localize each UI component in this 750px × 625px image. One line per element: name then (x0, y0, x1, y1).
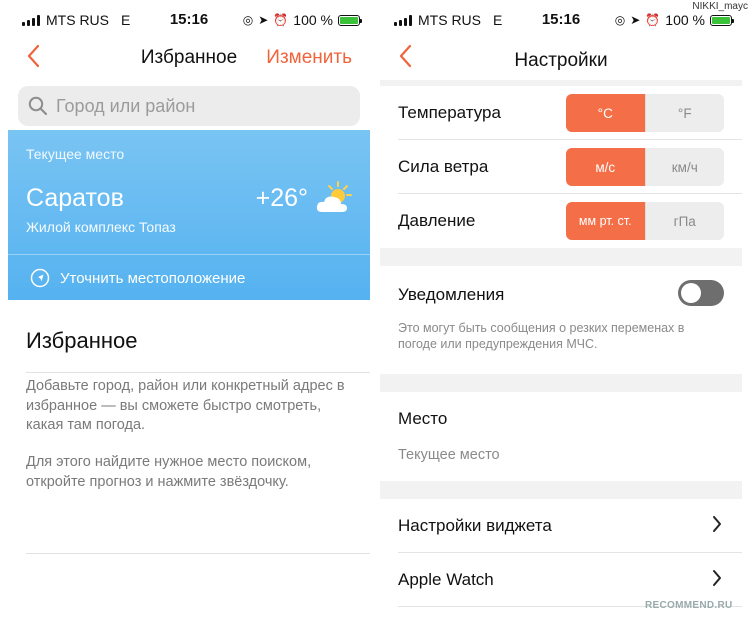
card-divider (8, 254, 370, 255)
current-location-label: Текущее место (26, 146, 125, 162)
temperature-unit-segment: °C °F (566, 94, 724, 132)
battery-icon (338, 14, 362, 26)
search-icon (28, 96, 48, 116)
notifications-label: Уведомления (398, 285, 505, 304)
battery-icon (710, 14, 734, 26)
chevron-right-icon (713, 516, 721, 532)
favorites-hint-2: Для этого найдите нужное место поиском, … (26, 454, 312, 490)
search-input[interactable] (54, 94, 338, 118)
nav-bar: Избранное Изменить (8, 40, 370, 80)
pressure-row: Давление мм рт. ст. гПа (380, 194, 742, 248)
favorites-divider (26, 372, 370, 373)
favorites-hint-1: Добавьте город, район или конкретный адр… (26, 378, 345, 433)
refine-location-label: Уточнить местоположение (60, 269, 246, 287)
district-name: Жилой комплекс Топаз (26, 219, 176, 235)
battery-percent: 100 % (293, 12, 333, 28)
battery-percent: 100 % (665, 12, 705, 28)
hpa-option[interactable]: гПа (644, 202, 725, 240)
notifications-note: Это могут быть сообщения о резких переме… (398, 321, 685, 351)
fahrenheit-option[interactable]: °F (644, 94, 725, 132)
ms-option[interactable]: м/с (566, 148, 645, 186)
page-title: Настройки (514, 50, 608, 71)
current-temperature: +26° (255, 184, 308, 212)
navigation-icon (30, 268, 50, 288)
kmh-option[interactable]: км/ч (644, 148, 725, 186)
status-right: ◎ ➤ ⏰ 100 % (614, 12, 734, 28)
wind-row: Сила ветра м/с км/ч (380, 140, 742, 194)
celsius-option[interactable]: °C (566, 94, 645, 132)
location-lock-icon: ◎ (614, 13, 626, 27)
temperature-row: Температура °C °F (380, 86, 742, 140)
edit-button[interactable]: Изменить (266, 47, 352, 69)
chevron-right-icon (713, 570, 721, 586)
status-bar: MTS RUS E 15:16 ◎ ➤ ⏰ 100 % (380, 0, 742, 40)
widget-settings-row[interactable]: Настройки виджета (380, 499, 742, 553)
favorites-screen: MTS RUS E 15:16 ◎ ➤ ⏰ 100 % Избранное Из… (8, 0, 370, 625)
location-lock-icon: ◎ (242, 13, 254, 27)
city-name: Саратов (26, 184, 124, 212)
temperature-label: Температура (398, 103, 501, 122)
settings-screen: MTS RUS E 15:16 ◎ ➤ ⏰ 100 % Настройки Те… (380, 0, 742, 625)
watermark-site: RECOMMEND.RU (645, 600, 733, 611)
favorites-heading: Избранное (26, 328, 138, 353)
place-value: Текущее место (398, 447, 500, 463)
alarm-icon: ⏰ (273, 13, 289, 27)
current-location-card[interactable]: Текущее место Саратов Жилой комплекс Топ… (8, 130, 370, 300)
units-group: Температура °C °F Сила ветра м/с км/ч Да… (380, 86, 742, 248)
toggle-knob (681, 283, 701, 303)
nav-bar: Настройки (380, 40, 742, 80)
mmhg-option[interactable]: мм рт. ст. (566, 202, 645, 240)
location-arrow-icon: ➤ (258, 13, 269, 27)
favorites-bottom-divider (26, 553, 370, 554)
alarm-icon: ⏰ (645, 13, 661, 27)
refine-location-button[interactable]: Уточнить местоположение (30, 268, 245, 288)
pressure-unit-segment: мм рт. ст. гПа (566, 202, 724, 240)
location-arrow-icon: ➤ (630, 13, 641, 27)
search-bar[interactable] (18, 86, 360, 126)
partly-cloudy-icon (316, 181, 352, 212)
apple-watch-label: Apple Watch (398, 570, 494, 589)
notifications-toggle[interactable] (678, 280, 724, 306)
watermark-username: NIKKI_mayc (692, 1, 748, 12)
status-bar: MTS RUS E 15:16 ◎ ➤ ⏰ 100 % (8, 0, 370, 40)
screen-gap (370, 0, 380, 625)
place-label: Место (398, 409, 448, 428)
wind-unit-segment: м/с км/ч (566, 148, 724, 186)
wind-label: Сила ветра (398, 157, 489, 176)
notifications-group: Уведомления Это могут быть сообщения о р… (380, 266, 742, 374)
pressure-label: Давление (398, 211, 476, 230)
status-right: ◎ ➤ ⏰ 100 % (242, 12, 362, 28)
place-group[interactable]: Место Текущее место (380, 392, 742, 481)
apple-watch-row[interactable]: Apple Watch (380, 553, 742, 607)
widget-settings-label: Настройки виджета (398, 516, 552, 535)
